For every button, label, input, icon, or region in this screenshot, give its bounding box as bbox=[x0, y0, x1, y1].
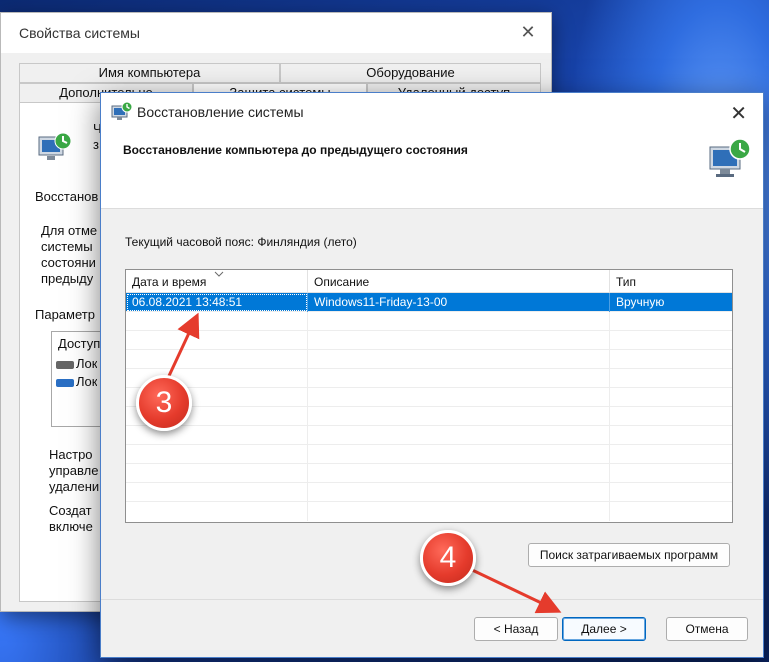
empty-row bbox=[126, 350, 732, 369]
footer-divider bbox=[101, 599, 763, 600]
tabs-row-1: Имя компьютера Оборудование bbox=[19, 63, 541, 83]
empty-row bbox=[126, 312, 732, 331]
cancel-button[interactable]: Отмена bbox=[666, 617, 748, 641]
restore-title: Восстановление системы bbox=[137, 104, 304, 120]
create-desc-1: Создат bbox=[49, 503, 92, 518]
empty-row bbox=[126, 445, 732, 464]
timezone-label: Текущий часовой пояс: Финляндия (лето) bbox=[125, 235, 357, 249]
configure-desc-2: управле bbox=[49, 463, 99, 478]
restore-desc-1: Для отме bbox=[41, 223, 98, 238]
restore-header-title: Восстановление компьютера до предыдущего… bbox=[123, 143, 468, 157]
system-drive-icon bbox=[56, 378, 74, 387]
column-header-type[interactable]: Тип bbox=[610, 270, 732, 293]
drive-icon bbox=[56, 360, 74, 369]
empty-row bbox=[126, 388, 732, 407]
step-4-marker: 4 bbox=[420, 530, 476, 586]
row-type: Вручную bbox=[616, 295, 665, 309]
table-header: Дата и время Описание Тип bbox=[126, 270, 732, 293]
tab-computer-name[interactable]: Имя компьютера bbox=[19, 63, 280, 83]
empty-row bbox=[126, 483, 732, 502]
restore-desc-2: системы bbox=[41, 239, 93, 254]
table-row[interactable]: 06.08.2021 13:48:51 Windows11-Friday-13-… bbox=[126, 293, 732, 312]
column-header-description[interactable]: Описание bbox=[308, 270, 610, 293]
empty-row bbox=[126, 369, 732, 388]
next-button[interactable]: Далее > bbox=[562, 617, 646, 641]
close-icon[interactable]: ✕ bbox=[730, 101, 747, 126]
configure-desc-1: Настро bbox=[49, 447, 93, 462]
restore-titlebar: Восстановление системы ✕ bbox=[101, 93, 763, 133]
system-restore-icon bbox=[38, 132, 72, 160]
tab-hardware[interactable]: Оборудование bbox=[280, 63, 541, 83]
drive-item[interactable]: Лок bbox=[56, 356, 97, 371]
row-date: 06.08.2021 13:48:51 bbox=[126, 293, 308, 312]
drive-item[interactable]: Лок bbox=[56, 374, 97, 389]
system-restore-icon bbox=[111, 101, 133, 120]
restore-points-table[interactable]: Дата и время Описание Тип 06.08.2021 13:… bbox=[125, 269, 733, 523]
system-properties-titlebar: Свойства системы bbox=[1, 13, 551, 53]
params-heading: Параметр bbox=[35, 307, 95, 322]
system-properties-title: Свойства системы bbox=[19, 25, 140, 41]
empty-row bbox=[126, 426, 732, 445]
protection-desc-line-2: з bbox=[93, 137, 99, 152]
empty-row bbox=[126, 464, 732, 483]
create-desc-2: включе bbox=[49, 519, 93, 534]
back-button[interactable]: < Назад bbox=[474, 617, 558, 641]
empty-row bbox=[126, 331, 732, 350]
sort-descending-icon bbox=[214, 271, 224, 277]
system-restore-large-icon bbox=[709, 138, 751, 177]
step-3-marker: 3 bbox=[136, 375, 192, 431]
drives-list-header: Доступ bbox=[58, 336, 101, 351]
row-description: Windows11-Friday-13-00 bbox=[308, 293, 610, 312]
configure-desc-3: удалени bbox=[49, 479, 100, 494]
scan-affected-programs-button[interactable]: Поиск затрагиваемых программ bbox=[528, 543, 730, 567]
empty-row bbox=[126, 502, 732, 521]
close-icon[interactable]: ✕ bbox=[519, 23, 537, 41]
restore-desc-3: состояни bbox=[41, 255, 96, 270]
restore-section-heading: Восстанов bbox=[35, 189, 99, 204]
restore-desc-4: предыду bbox=[41, 271, 94, 286]
empty-row bbox=[126, 407, 732, 426]
